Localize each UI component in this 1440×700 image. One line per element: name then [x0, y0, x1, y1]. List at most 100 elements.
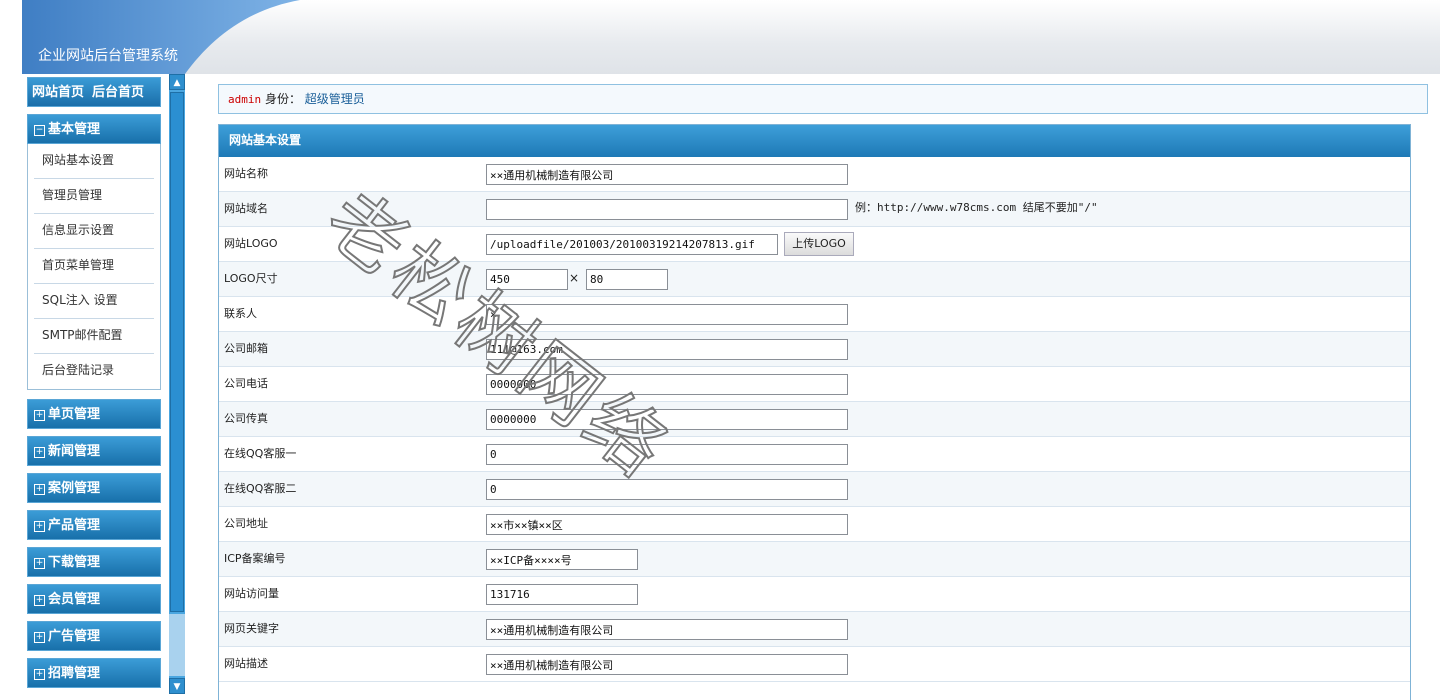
main-content: admin 身份： 超级管理员 网站基本设置 网站名称 网站域名 例：http:…: [190, 74, 1440, 700]
site-name-input[interactable]: [486, 164, 848, 185]
collapse-icon: −: [34, 125, 45, 136]
field-label: 在线QQ客服二: [224, 482, 297, 495]
sidebar-group-label: 新闻管理: [48, 444, 101, 459]
contact-input[interactable]: [486, 304, 848, 325]
app-header: 企业网站后台管理系统: [0, 0, 1440, 74]
form-row-description: 网站描述: [219, 647, 1410, 682]
form-row-site-name: 网站名称: [219, 157, 1410, 192]
expand-icon: +: [34, 521, 45, 532]
sidebar-item-sql-injection[interactable]: SQL注入 设置: [34, 284, 154, 319]
sidebar-group-label: 基本管理: [48, 122, 101, 137]
expand-icon: +: [34, 669, 45, 680]
icp-input[interactable]: [486, 549, 638, 570]
scroll-track[interactable]: [169, 614, 185, 676]
expand-icon: +: [34, 484, 45, 495]
username: admin: [228, 93, 262, 106]
expand-icon: +: [34, 410, 45, 421]
field-label: 网站LOGO: [224, 237, 278, 250]
site-home-link[interactable]: 网站首页: [32, 85, 84, 100]
field-label: 网页关键字: [224, 622, 279, 635]
form-row-address: 公司地址: [219, 507, 1410, 542]
address-input[interactable]: [486, 514, 848, 535]
header-arc-graphic: [22, 0, 300, 74]
sidebar-group-label: 招聘管理: [48, 666, 101, 681]
app-title: 企业网站后台管理系统: [38, 48, 178, 64]
user-role: 超级管理员: [304, 92, 365, 106]
field-label: 在线QQ客服一: [224, 447, 297, 460]
form-row-qq2: 在线QQ客服二: [219, 472, 1410, 507]
sidebar-submenu: 网站基本设置 管理员管理 信息显示设置 首页菜单管理 SQL注入 设置 SMTP…: [27, 144, 161, 390]
qq2-input[interactable]: [486, 479, 848, 500]
sidebar-item-smtp[interactable]: SMTP邮件配置: [34, 319, 154, 354]
form-row-qq1: 在线QQ客服一: [219, 437, 1410, 472]
sidebar-group-cases[interactable]: + 案例管理: [27, 473, 161, 503]
logo-height-input[interactable]: [586, 269, 668, 290]
admin-home-link[interactable]: 后台首页: [92, 85, 144, 100]
scroll-thumb[interactable]: [170, 92, 184, 612]
sidebar-group-label: 下载管理: [48, 555, 101, 570]
settings-panel: 网站基本设置 网站名称 网站域名 例：http://www.w78cms.com…: [218, 124, 1411, 700]
form-row-contact: 联系人: [219, 297, 1410, 332]
panel-title: 网站基本设置: [219, 125, 1410, 157]
sidebar-item-admins[interactable]: 管理员管理: [34, 179, 154, 214]
scroll-up-icon[interactable]: ▲: [169, 74, 185, 90]
sidebar-group-news[interactable]: + 新闻管理: [27, 436, 161, 466]
domain-input[interactable]: [486, 199, 848, 220]
field-label: LOGO尺寸: [224, 272, 278, 285]
field-label: 公司邮箱: [224, 342, 268, 355]
sidebar-group-pages[interactable]: + 单页管理: [27, 399, 161, 429]
sidebar-scrollbar[interactable]: ▲ ▼: [169, 74, 185, 694]
sidebar-group-members[interactable]: + 会员管理: [27, 584, 161, 614]
logo-path-input[interactable]: [486, 234, 778, 255]
sidebar-group-label: 会员管理: [48, 592, 101, 607]
left-gutter: [0, 74, 22, 700]
field-label: ICP备案编号: [224, 552, 286, 565]
sidebar-item-login-log[interactable]: 后台登陆记录: [34, 354, 154, 388]
sidebar-item-home-menu[interactable]: 首页菜单管理: [34, 249, 154, 284]
form-row-phone: 公司电话: [219, 367, 1410, 402]
size-separator: ×: [569, 271, 580, 285]
sidebar-group-recruit[interactable]: + 招聘管理: [27, 658, 161, 688]
scroll-down-icon[interactable]: ▼: [169, 678, 185, 694]
identity-label: 身份：: [264, 92, 301, 106]
expand-icon: +: [34, 632, 45, 643]
keywords-input[interactable]: [486, 619, 848, 640]
domain-hint: 例：http://www.w78cms.com 结尾不要加"/": [855, 201, 1098, 214]
field-label: 网站名称: [224, 167, 268, 180]
sidebar-group-basic[interactable]: − 基本管理: [27, 114, 161, 144]
form-row-logo-size: LOGO尺寸 ×: [219, 262, 1410, 297]
field-label: 公司传真: [224, 412, 268, 425]
fax-input[interactable]: [486, 409, 848, 430]
upload-logo-button[interactable]: 上传LOGO: [784, 232, 854, 256]
user-info-bar: admin 身份： 超级管理员: [218, 84, 1428, 114]
sidebar-group-label: 产品管理: [48, 518, 101, 533]
sidebar-group-ads[interactable]: + 广告管理: [27, 621, 161, 651]
description-input[interactable]: [486, 654, 848, 675]
visits-input[interactable]: [486, 584, 638, 605]
email-input[interactable]: [486, 339, 848, 360]
sidebar-item-site-settings[interactable]: 网站基本设置: [34, 144, 154, 179]
field-label: 公司电话: [224, 377, 268, 390]
qq1-input[interactable]: [486, 444, 848, 465]
form-row-email: 公司邮箱: [219, 332, 1410, 367]
sidebar-group-label: 单页管理: [48, 407, 101, 422]
expand-icon: +: [34, 595, 45, 606]
form-row-visits: 网站访问量: [219, 577, 1410, 612]
sidebar-group-products[interactable]: + 产品管理: [27, 510, 161, 540]
field-label: 公司地址: [224, 517, 268, 530]
expand-icon: +: [34, 447, 45, 458]
form-row-keywords: 网页关键字: [219, 612, 1410, 647]
form-row-logo: 网站LOGO 上传LOGO: [219, 227, 1410, 262]
sidebar-group-label: 案例管理: [48, 481, 101, 496]
sidebar-item-display-settings[interactable]: 信息显示设置: [34, 214, 154, 249]
sidebar-top-links: 网站首页 后台首页: [27, 77, 161, 107]
field-label: 联系人: [224, 307, 257, 320]
sidebar-group-label: 广告管理: [48, 629, 101, 644]
form-row-domain: 网站域名 例：http://www.w78cms.com 结尾不要加"/": [219, 192, 1410, 227]
field-label: 网站域名: [224, 202, 268, 215]
logo-width-input[interactable]: [486, 269, 568, 290]
sidebar-group-downloads[interactable]: + 下载管理: [27, 547, 161, 577]
form-row-fax: 公司传真: [219, 402, 1410, 437]
expand-icon: +: [34, 558, 45, 569]
phone-input[interactable]: [486, 374, 848, 395]
